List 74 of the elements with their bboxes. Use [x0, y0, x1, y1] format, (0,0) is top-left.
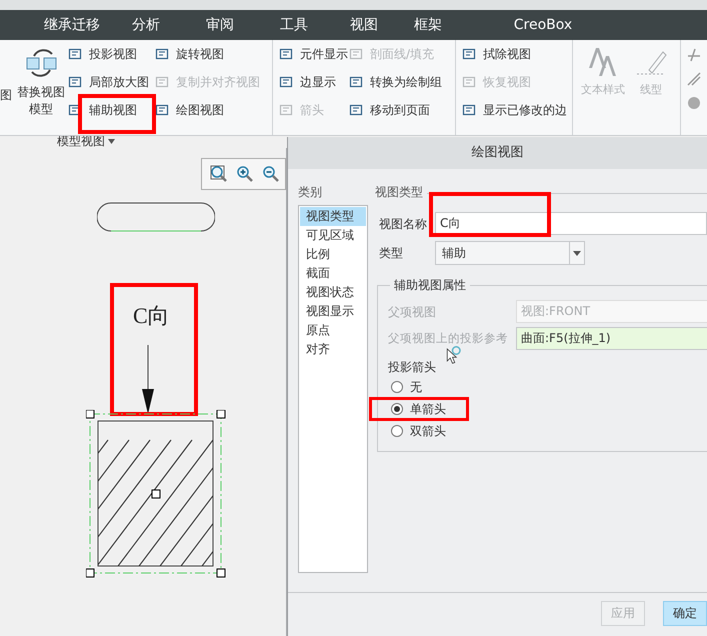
- radio-button[interactable]: [391, 381, 403, 393]
- view-icon: [279, 75, 295, 89]
- view-icon: [68, 75, 84, 89]
- view-label: C向: [133, 304, 170, 328]
- type-dropdown[interactable]: 辅助: [435, 241, 585, 265]
- menu-tab[interactable]: 工具: [260, 14, 328, 36]
- view-icon: [462, 75, 478, 89]
- field-label: 投影箭头: [388, 359, 437, 376]
- view-icon: [155, 47, 171, 61]
- replace-model-icon: [25, 46, 59, 78]
- tool-icon: [687, 48, 701, 62]
- ribbon-button[interactable]: 转换为绘制组: [349, 68, 442, 96]
- menu-tab[interactable]: 框架: [398, 14, 458, 36]
- view-icon: [462, 47, 478, 61]
- dialog-button[interactable]: 确定: [663, 600, 707, 626]
- menu-tab[interactable]: 继承迁移: [44, 14, 104, 36]
- category-item[interactable]: 视图类型: [300, 207, 366, 226]
- view-icon: [155, 75, 171, 89]
- caret-icon: [108, 138, 115, 144]
- dialog-title: 绘图视图: [472, 144, 524, 162]
- zoom-out-icon[interactable]: [262, 165, 280, 183]
- category-item[interactable]: 比例: [300, 245, 366, 264]
- ribbon-button[interactable]: 拭除视图: [462, 40, 567, 68]
- field-label: 父项视图上的投影参考: [388, 330, 509, 347]
- letter-a-icon: [587, 46, 619, 78]
- ribbon-button[interactable]: 绘图视图: [155, 96, 260, 124]
- radio-button[interactable]: [391, 403, 403, 415]
- view-icon: [155, 103, 171, 117]
- ribbon-button[interactable]: 辅助视图: [68, 96, 149, 124]
- category-item[interactable]: 截面: [300, 264, 366, 283]
- section-heading: 视图类型: [375, 184, 423, 201]
- menu-tab[interactable]: 分析: [112, 14, 180, 36]
- ribbon-button[interactable]: 元件显示: [279, 40, 348, 68]
- radio-button[interactable]: [391, 425, 403, 437]
- zoom-fit-icon[interactable]: [210, 165, 228, 183]
- view-icon: [462, 103, 478, 117]
- view-icon: [279, 47, 295, 61]
- radio-option[interactable]: 无: [391, 376, 422, 398]
- ribbon-button[interactable]: 边显示: [279, 68, 348, 96]
- view-arrow: [141, 345, 155, 415]
- category-item[interactable]: 可见区域: [300, 226, 366, 245]
- view-icon: [349, 103, 365, 117]
- radio-option[interactable]: 双箭头: [391, 420, 446, 442]
- projection-reference-field[interactable]: 曲面:F5(拉伸_1): [516, 327, 707, 350]
- tool-icon: [687, 96, 701, 110]
- category-heading: 类别: [298, 184, 323, 201]
- menu-tab[interactable]: 审阅: [186, 14, 254, 36]
- menu-tab[interactable]: 视图: [330, 14, 398, 36]
- radio-option[interactable]: 单箭头: [391, 398, 446, 420]
- ribbon-button[interactable]: 局部放大图: [68, 68, 149, 96]
- category-item[interactable]: 对齐: [300, 340, 366, 359]
- menu-tab[interactable]: CreoBox: [508, 14, 578, 36]
- tool-icon: [687, 72, 701, 86]
- ribbon-button[interactable]: 显示已修改的边: [462, 96, 567, 124]
- view-icon: [349, 75, 365, 89]
- view-icon: [68, 47, 84, 61]
- field-label: 类型: [379, 245, 404, 262]
- view-icon: [279, 103, 295, 117]
- group-title: 辅助视图属性: [390, 277, 470, 293]
- category-item[interactable]: 视图显示: [300, 302, 366, 321]
- view-icon: [349, 47, 365, 61]
- view-name-field[interactable]: C向: [435, 212, 707, 235]
- ribbon-button[interactable]: 移动到页面: [349, 96, 442, 124]
- caret-icon: [573, 250, 581, 256]
- cursor-icon: [446, 346, 462, 364]
- ribbon-button[interactable]: 旋转视图: [155, 40, 260, 68]
- category-item[interactable]: 原点: [300, 321, 366, 340]
- zoom-in-icon[interactable]: [236, 165, 254, 183]
- field-label: 视图名称: [379, 216, 428, 232]
- field-label: 父项视图: [388, 304, 437, 320]
- button-label: 图: [0, 87, 12, 104]
- category-item[interactable]: 视图状态: [300, 283, 366, 302]
- ribbon-button[interactable]: 投影视图: [68, 40, 149, 68]
- replace-model-button[interactable]: 替换视图 模型: [17, 84, 65, 118]
